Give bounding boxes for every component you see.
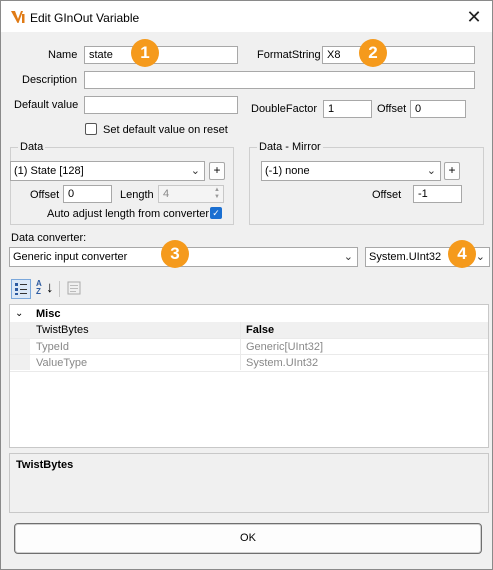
data-combo[interactable]: (1) State [128] ⌄ — [10, 161, 205, 181]
description-label: Description — [22, 74, 78, 86]
format-string-label: FormatString — [257, 49, 321, 61]
column-divider — [240, 322, 241, 370]
app-logo-icon — [11, 11, 25, 23]
property-pages-glyph — [67, 281, 81, 295]
property-description-title: TwistBytes — [16, 459, 74, 471]
length-label: Length — [120, 189, 154, 201]
property-name: ValueType — [36, 357, 88, 369]
close-icon[interactable]: ✕ — [461, 5, 487, 29]
table-row[interactable]: TypeId Generic[UInt32] — [10, 338, 488, 355]
spin-down-icon: ▼ — [214, 194, 220, 200]
mirror-combo[interactable]: (-1) none ⌄ — [261, 161, 441, 181]
category-label: Misc — [36, 308, 61, 320]
property-value: System.UInt32 — [246, 357, 319, 369]
property-name: TwistBytes — [36, 324, 89, 336]
toolbar-separator — [59, 281, 60, 297]
double-factor-field[interactable]: 1 — [323, 100, 372, 118]
window-title: Edit GInOut Variable — [30, 11, 140, 25]
annotation-badge-4: 4 — [448, 240, 476, 268]
chevron-down-icon: ⌄ — [426, 165, 436, 177]
categorized-view-icon[interactable] — [11, 279, 31, 299]
expand-chevron-icon[interactable]: ⌄ — [15, 306, 23, 322]
mirror-group-title: Data - Mirror — [257, 141, 323, 153]
length-value: 4 — [163, 188, 170, 200]
annotation-badge-3: 3 — [161, 240, 189, 268]
title-bar: Edit GInOut Variable ✕ — [1, 1, 492, 32]
property-pages-icon[interactable] — [65, 279, 85, 299]
chevron-down-icon: ⌄ — [190, 165, 200, 177]
table-row[interactable]: TwistBytes False — [10, 322, 488, 370]
data-converter-value: Generic input converter — [13, 251, 128, 263]
chevron-down-icon: ⌄ — [475, 251, 485, 263]
value-type-value: System.UInt32 — [369, 251, 442, 263]
data-offset-field[interactable]: 0 — [63, 185, 112, 203]
property-name: TypeId — [36, 341, 70, 353]
property-value: Generic[UInt32] — [246, 341, 324, 353]
data-offset-label: Offset — [30, 189, 60, 201]
category-row-misc[interactable]: ⌄ Misc — [10, 306, 488, 322]
sort-icon-text: AZ — [36, 279, 42, 296]
property-grid: ⌄ Misc TwistBytes False TypeId Generic[U… — [9, 304, 489, 448]
double-factor-label: DoubleFactor — [251, 103, 318, 115]
format-string-field[interactable]: X8 — [322, 46, 475, 64]
mirror-combo-value: (-1) none — [265, 165, 310, 177]
reset-checkbox[interactable] — [85, 123, 97, 135]
default-value-label: Default value — [14, 99, 79, 111]
chevron-down-icon: ⌄ — [343, 251, 353, 263]
data-add-button[interactable]: + — [209, 162, 225, 180]
name-field[interactable]: state — [84, 46, 238, 64]
data-combo-value: (1) State [128] — [14, 165, 84, 177]
table-row[interactable]: ValueType System.UInt32 — [10, 354, 488, 372]
spin-up-icon: ▲ — [214, 187, 220, 193]
sort-arrow-icon: ↓ — [46, 279, 54, 296]
alphabetical-sort-icon[interactable]: AZ ↓ — [35, 279, 55, 299]
mirror-offset-label: Offset — [372, 189, 402, 201]
offset-label: Offset — [377, 103, 407, 115]
mirror-add-button[interactable]: + — [444, 162, 460, 180]
property-value[interactable]: False — [246, 322, 274, 338]
dialog-window: Edit GInOut Variable ✕ Name state Format… — [0, 0, 493, 570]
description-field[interactable] — [84, 71, 475, 89]
name-label: Name — [48, 49, 78, 61]
property-description-panel: TwistBytes — [9, 453, 489, 513]
ok-button[interactable]: OK — [14, 523, 482, 554]
auto-adjust-label: Auto adjust length from converter — [47, 208, 210, 220]
length-field: 4 ▲ ▼ — [158, 185, 224, 203]
categorized-glyph — [15, 283, 27, 295]
offset-field[interactable]: 0 — [410, 100, 466, 118]
data-converter-label: Data converter: — [11, 232, 87, 244]
auto-adjust-checkbox[interactable]: ✓ — [210, 207, 222, 219]
annotation-badge-2: 2 — [359, 39, 387, 67]
mirror-offset-field[interactable]: -1 — [413, 185, 462, 203]
annotation-badge-1: 1 — [131, 39, 159, 67]
default-value-field[interactable] — [84, 96, 238, 114]
reset-checkbox-label: Set default value on reset — [103, 124, 228, 136]
data-group-title: Data — [18, 141, 46, 153]
